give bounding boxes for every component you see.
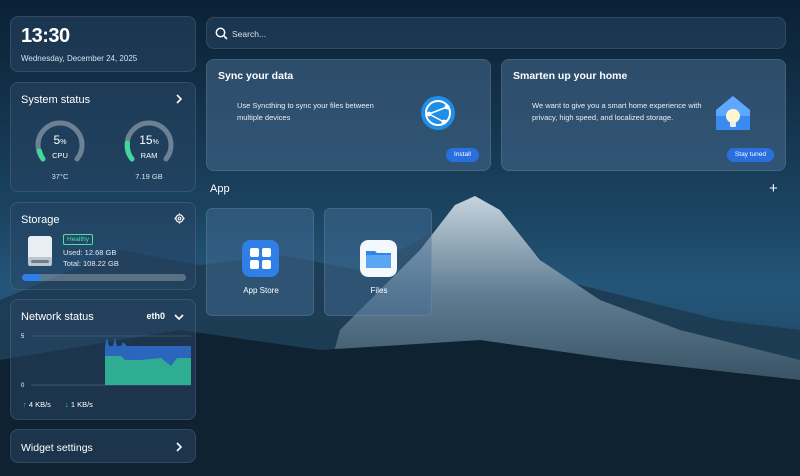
interface-selector[interactable]: eth0 [146,311,165,321]
disk-icon [28,236,52,266]
sync-promo-card: Sync your data Use Syncthing to sync you… [206,59,491,171]
arrow-down-icon: ↓ [65,400,69,409]
system-status-widget[interactable]: System status 5% CPU 37°C 15% RAM 7.19 G… [10,82,196,192]
storage-usage-fill [22,274,42,281]
widget-settings-button[interactable]: Widget settings [10,429,196,463]
smart-home-promo-card: Smarten up your home We want to give you… [501,59,786,171]
ram-label: RAM [140,151,158,160]
health-badge: Healthy [63,234,94,245]
install-button[interactable]: Install [446,148,479,162]
app-section-heading: App [210,183,230,195]
promo-description: Use Syncthing to sync your files between… [237,101,374,122]
chevron-down-icon[interactable] [173,311,185,323]
promo-title: Sync your data [218,70,294,82]
chevron-right-icon [176,442,183,452]
add-app-icon[interactable]: + [769,181,778,196]
storage-used: Used: 12.68 GB [63,248,117,257]
storage-widget[interactable]: Storage Healthy Used: 12.68 GB Total: 10… [10,202,196,290]
ram-used: 7.19 GB [135,172,163,181]
ram-percent: 15% [139,133,159,147]
app-store-icon [242,240,279,277]
promo-description: We want to give you a smart home experie… [532,101,702,122]
search-input[interactable]: Search... [206,17,786,49]
network-chart: 5 0 [21,334,191,389]
app-label: Files [370,286,388,295]
storage-title: Storage [21,214,60,226]
cpu-temperature: 37°C [51,172,69,181]
network-status-widget[interactable]: Network status eth0 5 0 ↑ 4 KB/s ↓ 1 KB/… [10,299,196,420]
stay-tuned-button[interactable]: Stay tuned [726,148,774,162]
network-status-title: Network status [21,311,94,323]
app-label: App Store [243,286,279,295]
promo-title: Smarten up your home [513,70,628,82]
storage-total: Total: 108.22 GB [63,259,119,268]
storage-usage-bar [22,274,186,281]
clock-time: 13:30 [21,25,70,47]
folder-icon [360,240,397,277]
cpu-label: CPU [52,151,68,160]
cpu-percent: 5% [53,133,67,147]
y-tick-bottom: 0 [21,383,25,389]
y-tick-top: 5 [21,334,25,340]
download-series [105,356,191,385]
clock-widget: 13:30 Wednesday, December 24, 2025 [10,16,196,72]
ram-gauge: 15% RAM 7.19 GB [122,115,176,181]
download-speed: ↓ 1 KB/s [65,400,93,409]
app-tile-app-store[interactable]: App Store [206,208,314,316]
upload-speed: ↑ 4 KB/s [23,400,51,409]
gear-icon[interactable] [174,213,185,224]
smart-home-icon [716,96,750,130]
widget-settings-label: Widget settings [21,442,93,454]
clock-date: Wednesday, December 24, 2025 [21,54,138,63]
app-tile-files[interactable]: Files [324,208,432,316]
arrow-up-icon: ↑ [23,400,27,409]
search-icon [215,27,228,40]
cpu-gauge: 5% CPU 37°C [33,115,87,181]
search-placeholder: Search... [232,29,267,39]
chevron-right-icon[interactable] [173,93,185,105]
system-status-title: System status [21,94,91,106]
syncthing-icon [421,96,455,130]
